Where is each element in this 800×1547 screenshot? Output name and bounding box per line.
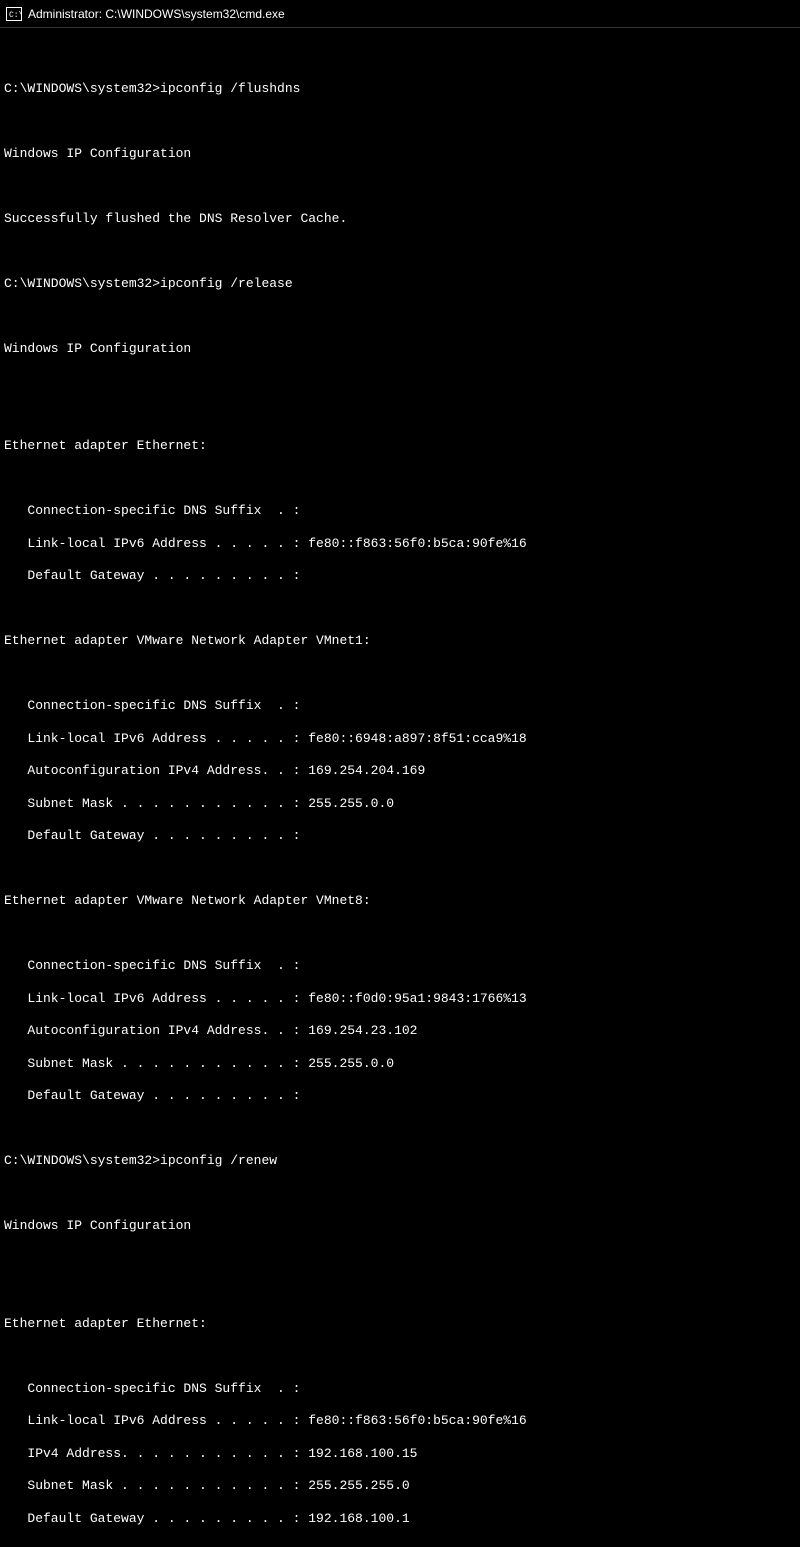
output-line — [4, 308, 796, 324]
output-line — [4, 861, 796, 877]
output-line: Link-local IPv6 Address . . . . . : fe80… — [4, 536, 796, 552]
output-line: IPv4 Address. . . . . . . . . . . : 192.… — [4, 1446, 796, 1462]
output-line: Connection-specific DNS Suffix . : — [4, 698, 796, 714]
output-line: Link-local IPv6 Address . . . . . : fe80… — [4, 1413, 796, 1429]
output-line: Connection-specific DNS Suffix . : — [4, 1381, 796, 1397]
output-line — [4, 113, 796, 129]
output-line — [4, 373, 796, 389]
output-line: Connection-specific DNS Suffix . : — [4, 958, 796, 974]
output-line — [4, 48, 796, 64]
adapter-header: Ethernet adapter VMware Network Adapter … — [4, 633, 796, 649]
output-line: Autoconfiguration IPv4 Address. . : 169.… — [4, 763, 796, 779]
output-line — [4, 601, 796, 617]
output-line: Link-local IPv6 Address . . . . . : fe80… — [4, 731, 796, 747]
adapter-header: Ethernet adapter Ethernet: — [4, 1316, 796, 1332]
output-line: Link-local IPv6 Address . . . . . : fe80… — [4, 991, 796, 1007]
output-line — [4, 666, 796, 682]
output-line: Subnet Mask . . . . . . . . . . . : 255.… — [4, 1056, 796, 1072]
prompt-line: C:\WINDOWS\system32>ipconfig /release — [4, 276, 796, 292]
output-line — [4, 471, 796, 487]
prompt-line: C:\WINDOWS\system32>ipconfig /flushdns — [4, 81, 796, 97]
output-line: Autoconfiguration IPv4 Address. . : 169.… — [4, 1023, 796, 1039]
output-line — [4, 1186, 796, 1202]
output-line — [4, 1283, 796, 1299]
output-line: Successfully flushed the DNS Resolver Ca… — [4, 211, 796, 227]
output-line: Default Gateway . . . . . . . . . : — [4, 828, 796, 844]
window-titlebar[interactable]: C:\ Administrator: C:\WINDOWS\system32\c… — [0, 0, 800, 28]
output-line: Default Gateway . . . . . . . . . : 192.… — [4, 1511, 796, 1527]
output-line — [4, 406, 796, 422]
output-line — [4, 1121, 796, 1137]
cmd-icon: C:\ — [6, 6, 22, 22]
output-line — [4, 178, 796, 194]
terminal-output[interactable]: C:\WINDOWS\system32>ipconfig /flushdns W… — [0, 28, 800, 1547]
output-line — [4, 1348, 796, 1364]
output-line — [4, 1251, 796, 1267]
adapter-header: Ethernet adapter VMware Network Adapter … — [4, 893, 796, 909]
output-line: Windows IP Configuration — [4, 341, 796, 357]
window-title: Administrator: C:\WINDOWS\system32\cmd.e… — [28, 7, 285, 21]
output-line: Subnet Mask . . . . . . . . . . . : 255.… — [4, 1478, 796, 1494]
svg-text:C:\: C:\ — [9, 11, 22, 20]
output-line: Default Gateway . . . . . . . . . : — [4, 1088, 796, 1104]
output-line — [4, 243, 796, 259]
output-line: Subnet Mask . . . . . . . . . . . : 255.… — [4, 796, 796, 812]
output-line: Default Gateway . . . . . . . . . : — [4, 568, 796, 584]
output-line: Windows IP Configuration — [4, 1218, 796, 1234]
adapter-header: Ethernet adapter Ethernet: — [4, 438, 796, 454]
output-line: Connection-specific DNS Suffix . : — [4, 503, 796, 519]
output-line — [4, 926, 796, 942]
prompt-line: C:\WINDOWS\system32>ipconfig /renew — [4, 1153, 796, 1169]
output-line: Windows IP Configuration — [4, 146, 796, 162]
